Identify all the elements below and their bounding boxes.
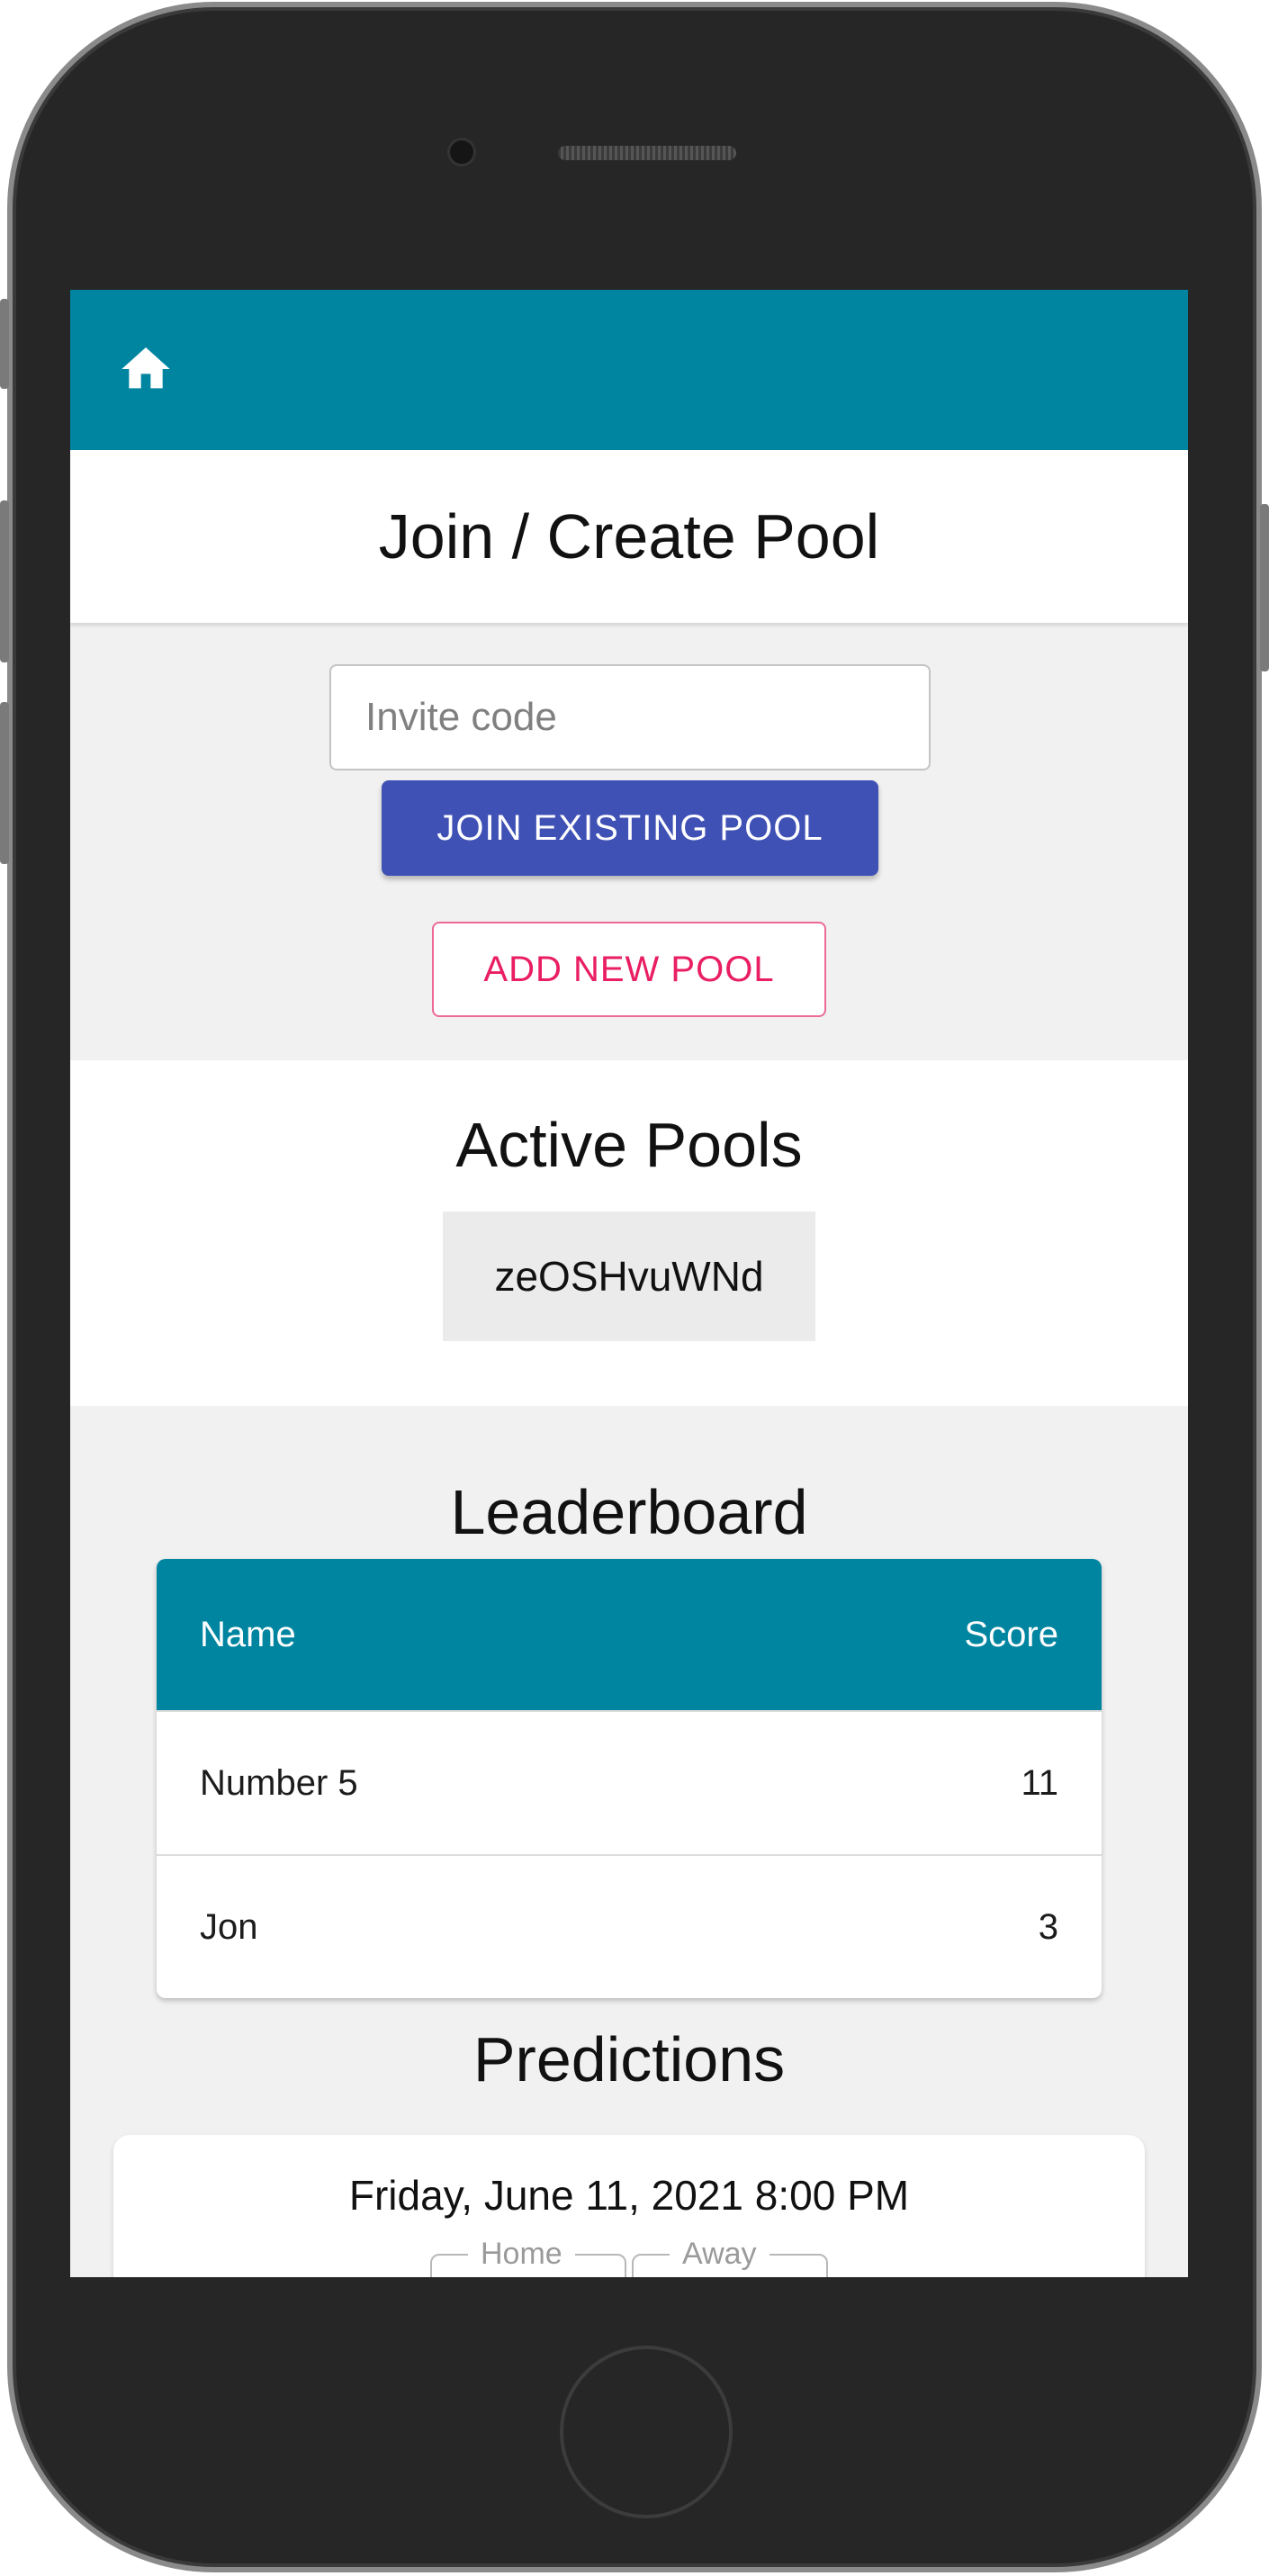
app-bar	[70, 290, 1188, 450]
side-button-power	[1260, 504, 1269, 671]
predictions-heading: Predictions	[472, 2024, 786, 2094]
add-new-pool-button[interactable]: ADD NEW POOL	[432, 922, 826, 1017]
table-header: Name Score	[157, 1559, 1102, 1710]
side-button-volume-down	[0, 702, 9, 864]
join-section: JOIN EXISTING POOL ADD NEW POOL	[70, 623, 1188, 1060]
device-home-button[interactable]	[560, 2346, 733, 2518]
leaderboard-table: Name Score Number 5 11 Jon 3	[157, 1559, 1102, 1998]
away-score-field[interactable]: Away	[632, 2238, 828, 2277]
home-icon[interactable]	[117, 340, 175, 398]
active-pools-section: Active Pools zeOSHvuWNd	[70, 1060, 1188, 1406]
leaderboard-heading: Leaderboard	[450, 1477, 808, 1547]
side-button-volume-up	[0, 500, 9, 662]
active-pools-heading: Active Pools	[455, 1110, 803, 1180]
camera	[450, 140, 473, 164]
row-score: 3	[1038, 1906, 1058, 1947]
pool-item[interactable]: zeOSHvuWNd	[443, 1211, 815, 1341]
row-name: Number 5	[200, 1762, 358, 1803]
home-score-field[interactable]: Home	[430, 2238, 626, 2277]
leaderboard-section: Leaderboard Name Score Number 5 11 Jon 3…	[70, 1406, 1188, 2122]
invite-code-input[interactable]	[329, 664, 931, 770]
speaker	[558, 146, 736, 160]
app-screen: Join / Create Pool JOIN EXISTING POOL AD…	[70, 290, 1188, 2277]
row-name: Jon	[200, 1906, 258, 1947]
table-row: Number 5 11	[157, 1710, 1102, 1854]
title-section: Join / Create Pool	[70, 450, 1188, 623]
prediction-card: Friday, June 11, 2021 8:00 PM Home Away	[113, 2135, 1145, 2277]
home-score-label: Home	[468, 2238, 575, 2270]
join-existing-pool-button[interactable]: JOIN EXISTING POOL	[382, 780, 878, 876]
match-date: Friday, June 11, 2021 8:00 PM	[348, 2172, 910, 2219]
column-header-score: Score	[964, 1614, 1059, 1654]
row-score: 11	[1021, 1762, 1058, 1803]
away-score-label: Away	[670, 2238, 770, 2270]
side-button-mute	[0, 299, 9, 389]
table-row: Jon 3	[157, 1854, 1102, 1998]
column-header-name: Name	[200, 1614, 296, 1654]
page-title: Join / Create Pool	[378, 501, 880, 572]
